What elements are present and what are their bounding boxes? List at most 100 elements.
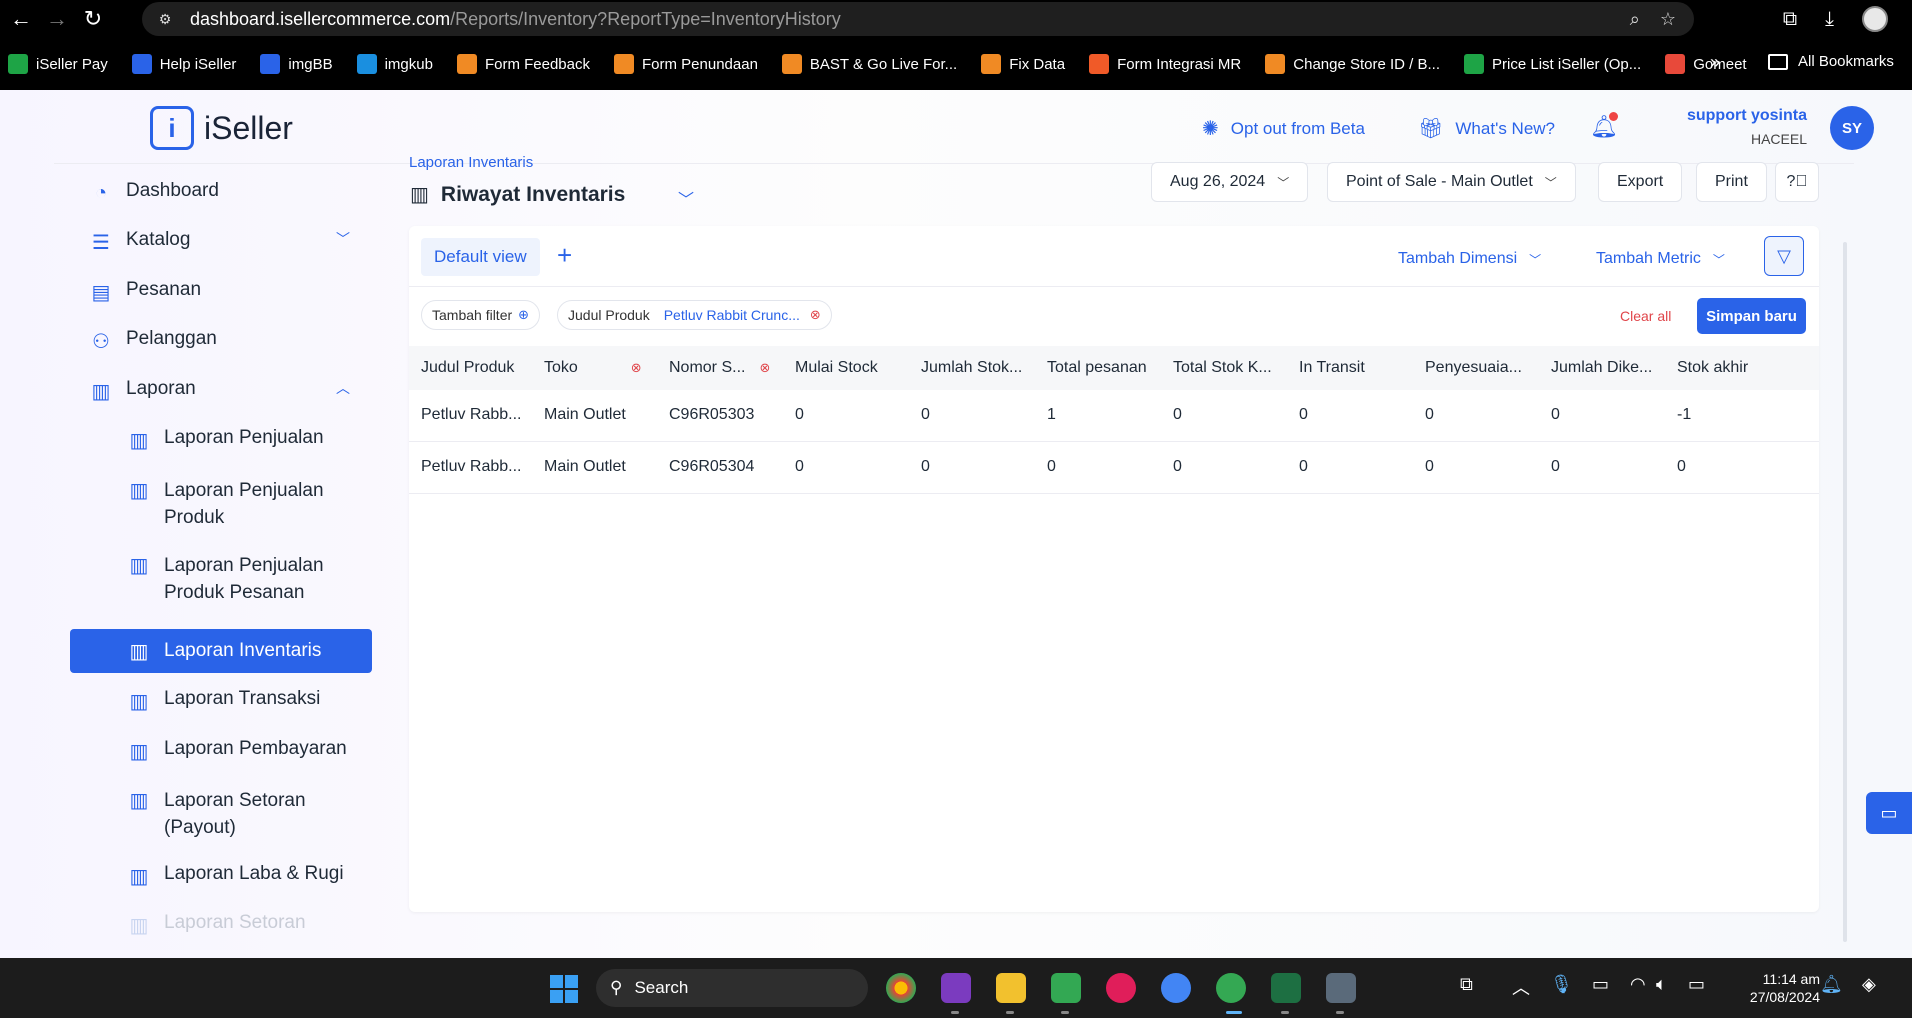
opt-out-beta-link[interactable]: ✺ Opt out from Beta [1202,116,1365,141]
add-filter-button[interactable]: Tambah filter ⊕ [421,300,541,330]
bookmark-item[interactable]: BAST & Go Live For... [781,54,957,74]
calculator-app-icon[interactable] [1326,973,1356,1003]
notification-bell-icon[interactable]: 🔔︎ [1820,974,1843,995]
excel-app-icon[interactable] [1271,973,1301,1003]
taskbar-clock[interactable]: 11:14 am 27/08/2024 [1730,970,1820,1006]
column-header[interactable]: Total Stok K... [1173,359,1272,377]
back-arrow-icon[interactable]: ← [6,4,36,34]
bookmark-item[interactable]: Gomeet [1665,54,1747,74]
breadcrumb[interactable]: Laporan Inventaris [409,154,533,171]
add-dimension-button[interactable]: Tambah Dimensi ﹀ [1398,250,1541,268]
bookmark-item[interactable]: Form Integrasi MR [1089,54,1241,74]
volume-icon[interactable]: 🔈︎ [1656,974,1667,995]
column-header[interactable]: Nomor S... ⊗ [669,359,770,377]
bookmark-item[interactable]: iSeller Pay [8,54,108,74]
sidebar-item-katalog[interactable]: ☰ Katalog ﹀ [70,229,372,255]
column-header[interactable]: Mulai Stock [795,359,878,377]
chevron-down-icon[interactable]: ﹀ [678,186,694,210]
save-new-button[interactable]: Simpan baru [1697,298,1806,334]
sidebar-item-laporan-setoran-payout[interactable]: ▥ Laporan Setoran (Payout) [70,787,340,841]
column-header[interactable]: Jumlah Dike... [1551,359,1652,377]
column-header[interactable]: Total pesanan [1047,359,1147,377]
avatar[interactable]: SY [1830,106,1874,150]
forward-arrow-icon[interactable]: → [42,4,72,34]
remove-column-icon[interactable]: ⊗ [631,360,642,375]
all-bookmarks[interactable]: All Bookmarks [1768,53,1894,70]
sidebar-item-laporan-inventaris[interactable]: ▥ Laporan Inventaris [70,629,372,673]
remove-column-icon[interactable]: ⊗ [759,360,770,375]
page-title-row[interactable]: ▥ Riwayat Inventaris [410,182,625,207]
page-scrollbar[interactable] [1843,242,1847,942]
copilot-icon[interactable]: ◈ [1862,974,1876,995]
user-name[interactable]: support yosinta [1647,107,1807,125]
bookmark-item[interactable]: imgkub [356,54,433,74]
sidebar-item-laporan-setoran[interactable]: ▥ Laporan Setoran [70,912,372,938]
whats-new-link[interactable]: 🎁︎ What's New? [1418,116,1555,141]
column-header[interactable]: In Transit [1299,359,1365,377]
slack-app-icon[interactable] [1106,973,1136,1003]
table-row[interactable]: Petluv Rabb... Main Outlet C96R05303 0 0… [409,390,1819,442]
site-info-icon[interactable]: ⚙ [156,10,174,28]
remove-filter-icon[interactable]: ⊗ [810,307,821,323]
chrome-app-icon[interactable] [886,973,916,1003]
filter-button[interactable]: ▽ [1764,236,1804,276]
sidebar-item-dashboard[interactable]: ◔ Dashboard [70,180,372,206]
table-row[interactable]: Petluv Rabb... Main Outlet C96R05304 0 0… [409,442,1819,494]
chrome-active-app-icon[interactable] [1216,973,1246,1003]
column-header[interactable]: Toko ⊗ [544,359,642,377]
windows-start-icon[interactable] [550,975,578,1003]
file-explorer-icon[interactable] [996,973,1026,1003]
keyboard-icon[interactable]: ▭ [1592,974,1609,995]
bluestacks-app-icon[interactable] [1051,973,1081,1003]
taskbar-search[interactable]: ⚲ Search [596,969,868,1007]
bookmark-item[interactable]: Fix Data [981,54,1065,74]
download-icon[interactable]: ⤓ [1825,8,1834,31]
outlet-select[interactable]: Point of Sale - Main Outlet ﹀ [1327,162,1576,202]
microphone-icon[interactable]: 🎙︎ [1550,974,1573,995]
bookmarks-overflow-icon[interactable]: » [1710,52,1720,73]
sidebar-item-laporan-transaksi[interactable]: ▥ Laporan Transaksi [70,688,372,714]
bookmark-item[interactable]: Help iSeller [131,54,236,74]
browser-profile-icon[interactable] [1862,6,1888,32]
add-metric-button[interactable]: Tambah Metric ﹀ [1596,250,1725,268]
iseller-logo[interactable]: i iSeller [150,106,293,150]
sidebar-item-laporan-penjualan-produk[interactable]: ▥ Laporan Penjualan Produk [70,477,340,531]
sidebar-item-laporan-penjualan[interactable]: ▥ Laporan Penjualan [70,427,372,453]
feedback-chat-button[interactable]: ▭ [1866,792,1912,834]
bookmark-item[interactable]: Change Store ID / B... [1265,54,1440,74]
column-header[interactable]: Penyesuaia... [1425,359,1522,377]
print-button[interactable]: Print [1696,162,1767,202]
app-tray-icon[interactable]: ⧉ [1460,974,1473,995]
export-button[interactable]: Export [1598,162,1683,202]
extensions-icon[interactable]: ⧉ [1783,8,1797,31]
bookmark-item[interactable]: Form Penundaan [614,54,758,74]
bookmark-item[interactable]: Price List iSeller (Op... [1464,54,1641,74]
filter-chip[interactable]: Judul Produk Petluv Rabbit Crunc... ⊗ [557,300,832,330]
star-bookmark-icon[interactable]: ☆ [1660,9,1676,30]
sidebar-item-laporan-penjualan-produk-pesanan[interactable]: ▥ Laporan Penjualan Produk Pesanan [70,552,340,606]
sidebar-item-laporan-pembayaran[interactable]: ▥ Laporan Pembayaran [70,738,372,764]
chrome-profile-app-icon[interactable] [1161,973,1191,1003]
chevron-up-icon[interactable]: ︿ [1512,974,1530,1000]
zoom-icon[interactable]: ⌕ [1630,9,1640,30]
tab-default-view[interactable]: Default view [421,238,540,276]
column-header[interactable]: Judul Produk [421,359,514,377]
date-picker[interactable]: Aug 26, 2024 ﹀ [1151,162,1309,202]
clear-all-link[interactable]: Clear all [1620,308,1671,324]
sidebar-item-pesanan[interactable]: ▤ Pesanan [70,279,372,305]
sidebar-item-laporan[interactable]: ▥ Laporan ︿ [70,378,372,404]
column-header[interactable]: Jumlah Stok... [921,359,1022,377]
battery-icon[interactable]: ▭ [1688,974,1705,995]
wifi-icon[interactable]: ◠ [1630,974,1646,995]
sidebar-item-pelanggan[interactable]: ⚇ Pelanggan [70,328,372,354]
sidebar-item-laporan-laba-rugi[interactable]: ▥ Laporan Laba & Rugi [70,863,372,889]
bookmark-item[interactable]: imgBB [260,54,333,74]
table-cell: Petluv Rabb... [421,406,522,423]
address-bar[interactable]: ⚙ dashboard.isellercommerce.com/Reports/… [142,2,1694,36]
help-button[interactable]: ?⃝ [1775,162,1819,202]
bookmark-item[interactable]: Form Feedback [456,54,590,74]
add-view-icon[interactable]: + [557,240,572,271]
reload-icon[interactable]: ↻ [78,4,108,34]
onenote-app-icon[interactable] [941,973,971,1003]
column-header[interactable]: Stok akhir [1677,359,1748,377]
